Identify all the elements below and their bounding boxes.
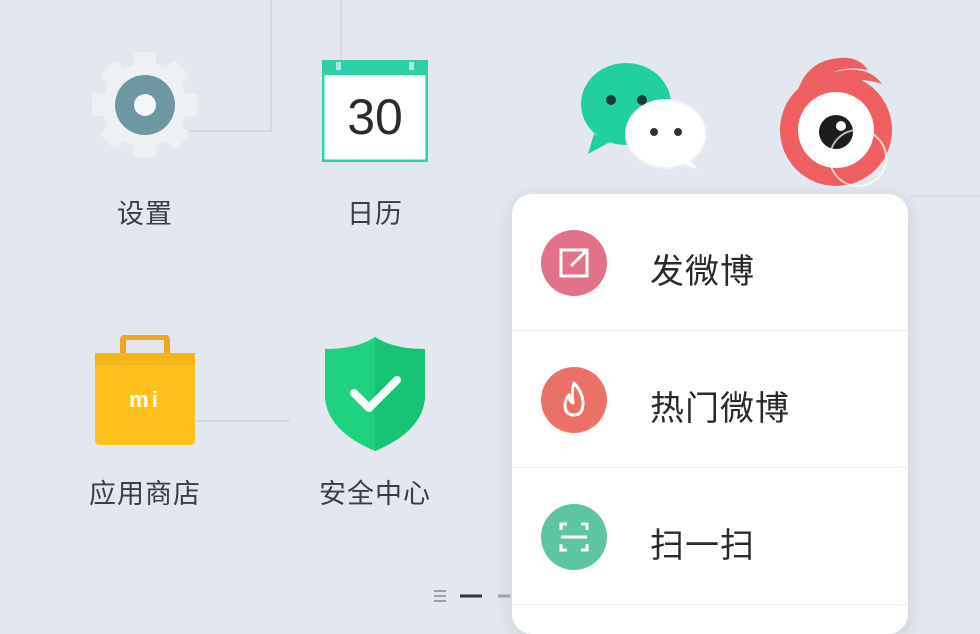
wechat-icon <box>580 56 710 170</box>
store-badge-text: mi <box>129 387 161 412</box>
app-label: 设置 <box>117 199 173 230</box>
weibo-icon <box>778 50 908 190</box>
app-label: 安全中心 <box>319 479 431 510</box>
app-wechat[interactable] <box>520 40 707 190</box>
app-weibo[interactable] <box>750 40 930 190</box>
menu-item-post-weibo[interactable]: 发微博 <box>512 194 908 330</box>
scan-icon <box>541 504 607 570</box>
app-store[interactable]: mi 应用商店 <box>55 330 235 530</box>
app-security[interactable]: 安全中心 <box>285 330 465 530</box>
menu-item-hot-weibo[interactable]: 热门微博 <box>512 331 908 467</box>
menu-item-scan[interactable]: 扫一扫 <box>512 468 908 604</box>
menu-item-label: 热门微博 <box>650 389 790 429</box>
app-settings[interactable]: 设置 <box>55 40 235 240</box>
app-label: 日历 <box>347 199 403 230</box>
calendar-day: 30 <box>347 89 403 145</box>
app-shortcut-menu: 发微博 热门微博 扫一扫 <box>512 194 908 634</box>
settings-gear-icon <box>90 50 200 160</box>
app-calendar[interactable]: 30 日历 <box>285 40 465 240</box>
compose-icon <box>541 230 607 296</box>
page-indicator[interactable] <box>432 586 512 610</box>
security-shield-icon <box>323 335 427 453</box>
calendar-icon: 30 <box>321 59 429 163</box>
menu-item-label: 发微博 <box>650 252 755 292</box>
menu-item-label: 扫一扫 <box>650 526 755 566</box>
menu-divider <box>512 604 908 605</box>
app-label: 应用商店 <box>89 479 201 510</box>
mi-app-store-icon: mi <box>93 334 197 447</box>
flame-icon <box>541 367 607 433</box>
